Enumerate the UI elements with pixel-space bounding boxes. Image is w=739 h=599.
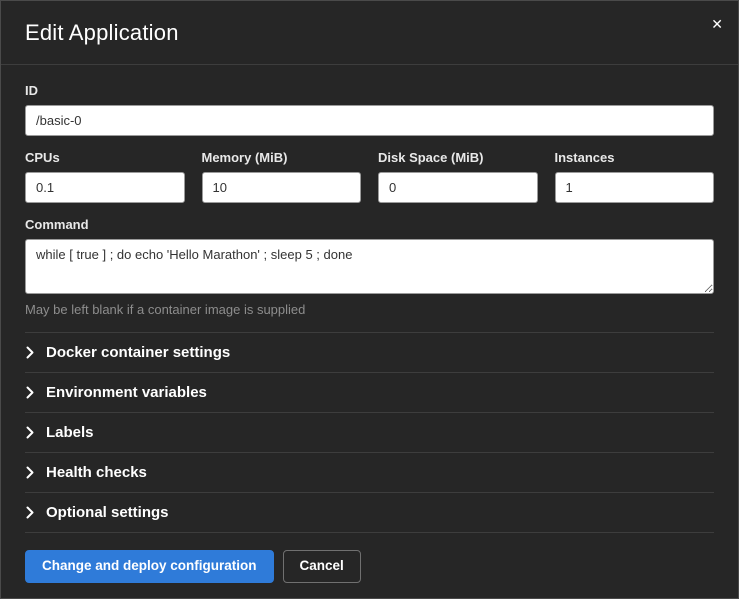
- command-textarea[interactable]: while [ true ] ; do echo 'Hello Marathon…: [25, 239, 714, 294]
- modal-title: Edit Application: [25, 20, 714, 46]
- modal-body: ID CPUs Memory (MiB) Disk Space (MiB) In…: [1, 65, 738, 533]
- chevron-right-icon: [25, 347, 35, 359]
- cpus-field: CPUs: [25, 136, 185, 203]
- memory-input[interactable]: [202, 172, 362, 203]
- chevron-right-icon: [25, 467, 35, 479]
- section-label: Optional settings: [46, 504, 169, 521]
- modal-footer: Change and deploy configuration Cancel: [1, 533, 738, 599]
- close-button[interactable]: ✕: [711, 17, 723, 31]
- chevron-right-icon: [25, 427, 35, 439]
- close-icon: ✕: [711, 16, 723, 32]
- disk-label: Disk Space (MiB): [378, 150, 538, 165]
- id-label: ID: [25, 83, 714, 98]
- cancel-button[interactable]: Cancel: [283, 550, 361, 583]
- disk-field: Disk Space (MiB): [378, 136, 538, 203]
- section-labels[interactable]: Labels: [25, 413, 714, 453]
- instances-input[interactable]: [555, 172, 715, 203]
- command-label: Command: [25, 217, 714, 232]
- cpus-input[interactable]: [25, 172, 185, 203]
- edit-application-modal: Edit Application ✕ ID CPUs Memory (MiB) …: [0, 0, 739, 599]
- memory-field: Memory (MiB): [202, 136, 362, 203]
- section-label: Health checks: [46, 464, 147, 481]
- section-label: Docker container settings: [46, 344, 230, 361]
- section-optional-settings[interactable]: Optional settings: [25, 493, 714, 533]
- change-and-deploy-button[interactable]: Change and deploy configuration: [25, 550, 274, 583]
- cpus-label: CPUs: [25, 150, 185, 165]
- memory-label: Memory (MiB): [202, 150, 362, 165]
- section-environment-variables[interactable]: Environment variables: [25, 373, 714, 413]
- modal-header: Edit Application ✕: [1, 1, 738, 65]
- section-label: Environment variables: [46, 384, 207, 401]
- disk-input[interactable]: [378, 172, 538, 203]
- section-label: Labels: [46, 424, 94, 441]
- command-help-text: May be left blank if a container image i…: [25, 302, 714, 317]
- instances-field: Instances: [555, 136, 715, 203]
- id-input[interactable]: [25, 105, 714, 136]
- resources-row: CPUs Memory (MiB) Disk Space (MiB) Insta…: [25, 136, 714, 203]
- collapsible-sections: Docker container settings Environment va…: [25, 332, 714, 533]
- section-health-checks[interactable]: Health checks: [25, 453, 714, 493]
- chevron-right-icon: [25, 507, 35, 519]
- chevron-right-icon: [25, 387, 35, 399]
- instances-label: Instances: [555, 150, 715, 165]
- section-docker-container-settings[interactable]: Docker container settings: [25, 333, 714, 373]
